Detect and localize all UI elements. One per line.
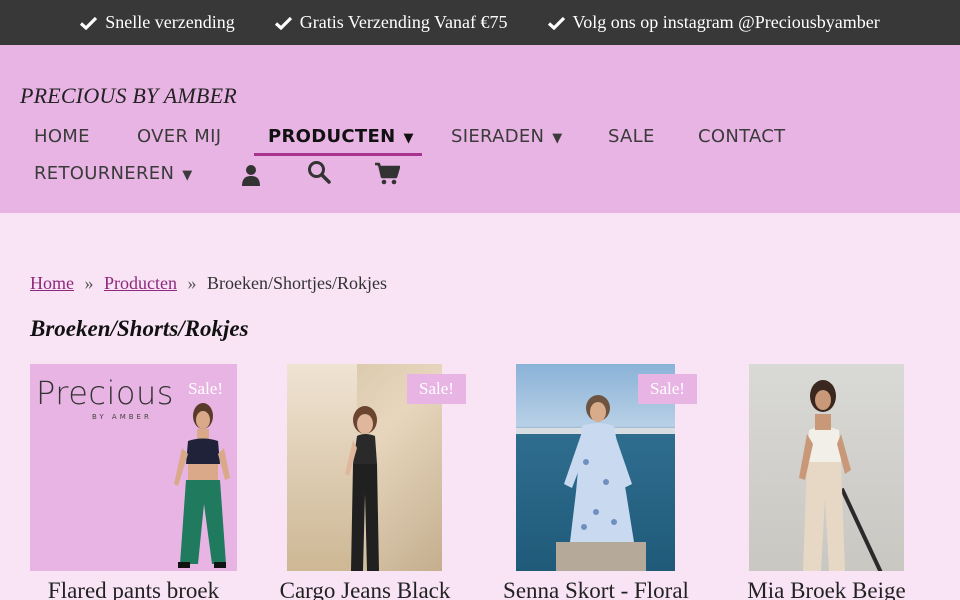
usp-item: Volg ons op instagram @Preciousbyamber: [547, 12, 880, 33]
image-brand-subtext: BY AMBER: [92, 413, 152, 421]
usp-item: Gratis Verzending Vanaf €75: [274, 12, 508, 33]
cart-icon[interactable]: [374, 161, 400, 187]
image-brand-text: Precious: [36, 374, 174, 412]
caret-down-icon: ▼: [403, 131, 414, 146]
site-logo[interactable]: PRECIOUS BY AMBER: [20, 83, 237, 109]
usp-text: Gratis Verzending Vanaf €75: [299, 12, 508, 32]
product-name[interactable]: Flared pants broek: [30, 578, 237, 600]
page-title: Broeken/Shorts/Rokjes: [30, 316, 249, 341]
sale-badge: Sale!: [188, 379, 223, 398]
check-icon: [80, 16, 98, 30]
breadcrumb-producten-link[interactable]: Producten: [104, 273, 177, 293]
user-icon[interactable]: [238, 162, 264, 188]
model-figure: [174, 403, 230, 568]
usp-bar: Snelle verzending Gratis Verzending Vana…: [0, 0, 960, 45]
model-figure: [799, 380, 851, 571]
check-icon: [274, 16, 292, 30]
product-image[interactable]: Precious BY AMBER Sale!: [30, 364, 237, 571]
nav-contact[interactable]: CONTACT: [698, 126, 785, 147]
caret-down-icon: ▼: [182, 168, 193, 183]
caret-down-icon: ▼: [552, 131, 563, 146]
nav-retourneren[interactable]: RETOURNEREN ▼: [34, 163, 193, 184]
usp-item: Snelle verzending: [80, 12, 235, 33]
breadcrumb-separator: »: [84, 273, 94, 293]
product-image[interactable]: [749, 364, 904, 571]
usp-text: Volg ons op instagram @Preciousbyamber: [572, 12, 880, 32]
nav-sieraden[interactable]: SIERADEN ▼: [451, 126, 563, 147]
sale-badge: Sale!: [638, 374, 697, 404]
product-name[interactable]: Mia Broek Beige: [740, 578, 913, 600]
model-figure: [556, 395, 646, 571]
usp-text: Snelle verzending: [105, 12, 235, 32]
breadcrumb-current: Broeken/Shortjes/Rokjes: [206, 273, 387, 293]
product-name[interactable]: Senna Skort - Floral: [496, 578, 696, 600]
nav-producten[interactable]: PRODUCTEN ▼: [268, 126, 414, 147]
breadcrumb-separator: »: [187, 273, 197, 293]
nav-over-mij[interactable]: OVER MIJ: [137, 126, 221, 147]
product-name[interactable]: Cargo Jeans Black: [270, 578, 460, 600]
search-icon[interactable]: [306, 159, 332, 185]
site-header: PRECIOUS BY AMBER HOME OVER MIJ PRODUCTE…: [0, 45, 960, 213]
check-icon: [547, 16, 565, 30]
nav-sale[interactable]: SALE: [608, 126, 655, 147]
nav-home[interactable]: HOME: [34, 126, 90, 147]
breadcrumb-home-link[interactable]: Home: [30, 273, 74, 293]
active-nav-underline: [254, 153, 422, 156]
model-figure: [345, 406, 379, 571]
sale-badge: Sale!: [407, 374, 466, 404]
breadcrumb: Home » Producten » Broeken/Shortjes/Rokj…: [30, 273, 387, 294]
